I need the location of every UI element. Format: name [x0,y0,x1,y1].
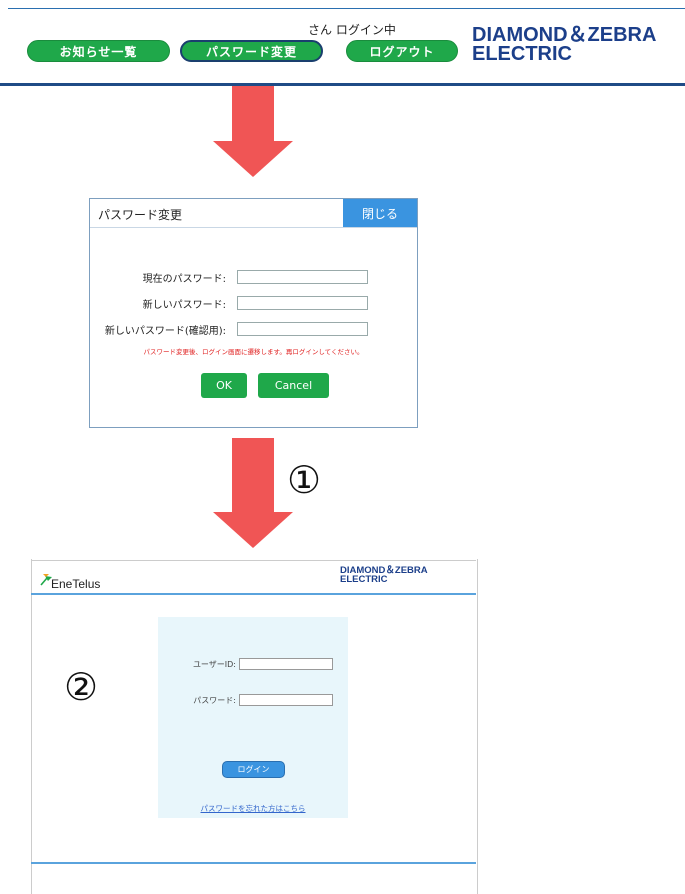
password-change-notice: パスワード変更後、ログイン画面に遷移します。再ログインしてください。 [143,348,364,356]
arrow-down-icon [232,86,274,142]
dialog-title-bar: パスワード変更 閉じる [90,199,417,228]
login-button[interactable]: ログイン [222,761,285,778]
user-id-input[interactable] [239,658,333,670]
login-top-border [31,560,476,561]
password-change-dialog: パスワード変更 閉じる 現在のパスワード: 新しいパスワード: 新しいパスワード… [89,198,418,428]
current-password-label: 現在のパスワード: [142,274,226,285]
step-1-marker: ① [287,458,322,502]
new-password-input[interactable] [237,296,368,310]
password-input[interactable] [239,694,333,706]
change-password-button[interactable]: パスワード変更 [180,40,323,62]
login-header-divider [31,593,476,595]
header-top-rule [8,8,685,9]
login-panel: ユーザーID: パスワード: ログイン パスワードを忘れた方はこちら [158,617,348,818]
logout-button[interactable]: ログアウト [346,40,458,62]
step-2-marker: ② [64,665,99,709]
password-label: パスワード: [193,696,236,705]
dialog-close-button[interactable]: 閉じる [343,199,417,227]
user-id-label: ユーザーID: [192,660,236,669]
ok-button[interactable]: OK [201,373,247,398]
cancel-button[interactable]: Cancel [258,373,329,398]
header-divider [0,83,685,86]
login-brand-logo: DIAMOND＆ZEBRA ELECTRIC [340,566,428,585]
confirm-password-input[interactable] [237,322,368,336]
login-status-text: さん ログイン中 [308,23,396,37]
login-brand-line-2: ELECTRIC [340,574,388,585]
brand-line-2: ELECTRIC [472,43,572,65]
confirm-password-label: 新しいパスワード(確認用): [104,326,226,337]
arrow-down-head-icon [213,141,293,177]
arrow-down-icon-2 [232,438,274,514]
new-password-label: 新しいパスワード: [142,300,226,311]
brand-logo: DIAMOND＆ZEBRA ELECTRIC [472,25,656,65]
arrow-down-head-icon-2 [213,512,293,548]
dialog-title: パスワード変更 [98,208,183,222]
current-password-input[interactable] [237,270,368,284]
forgot-password-link[interactable]: パスワードを忘れた方はこちら [158,803,348,814]
enetelus-logo: EneTelus [51,577,101,591]
notices-button[interactable]: お知らせ一覧 [27,40,170,62]
login-footer-divider [31,862,476,864]
